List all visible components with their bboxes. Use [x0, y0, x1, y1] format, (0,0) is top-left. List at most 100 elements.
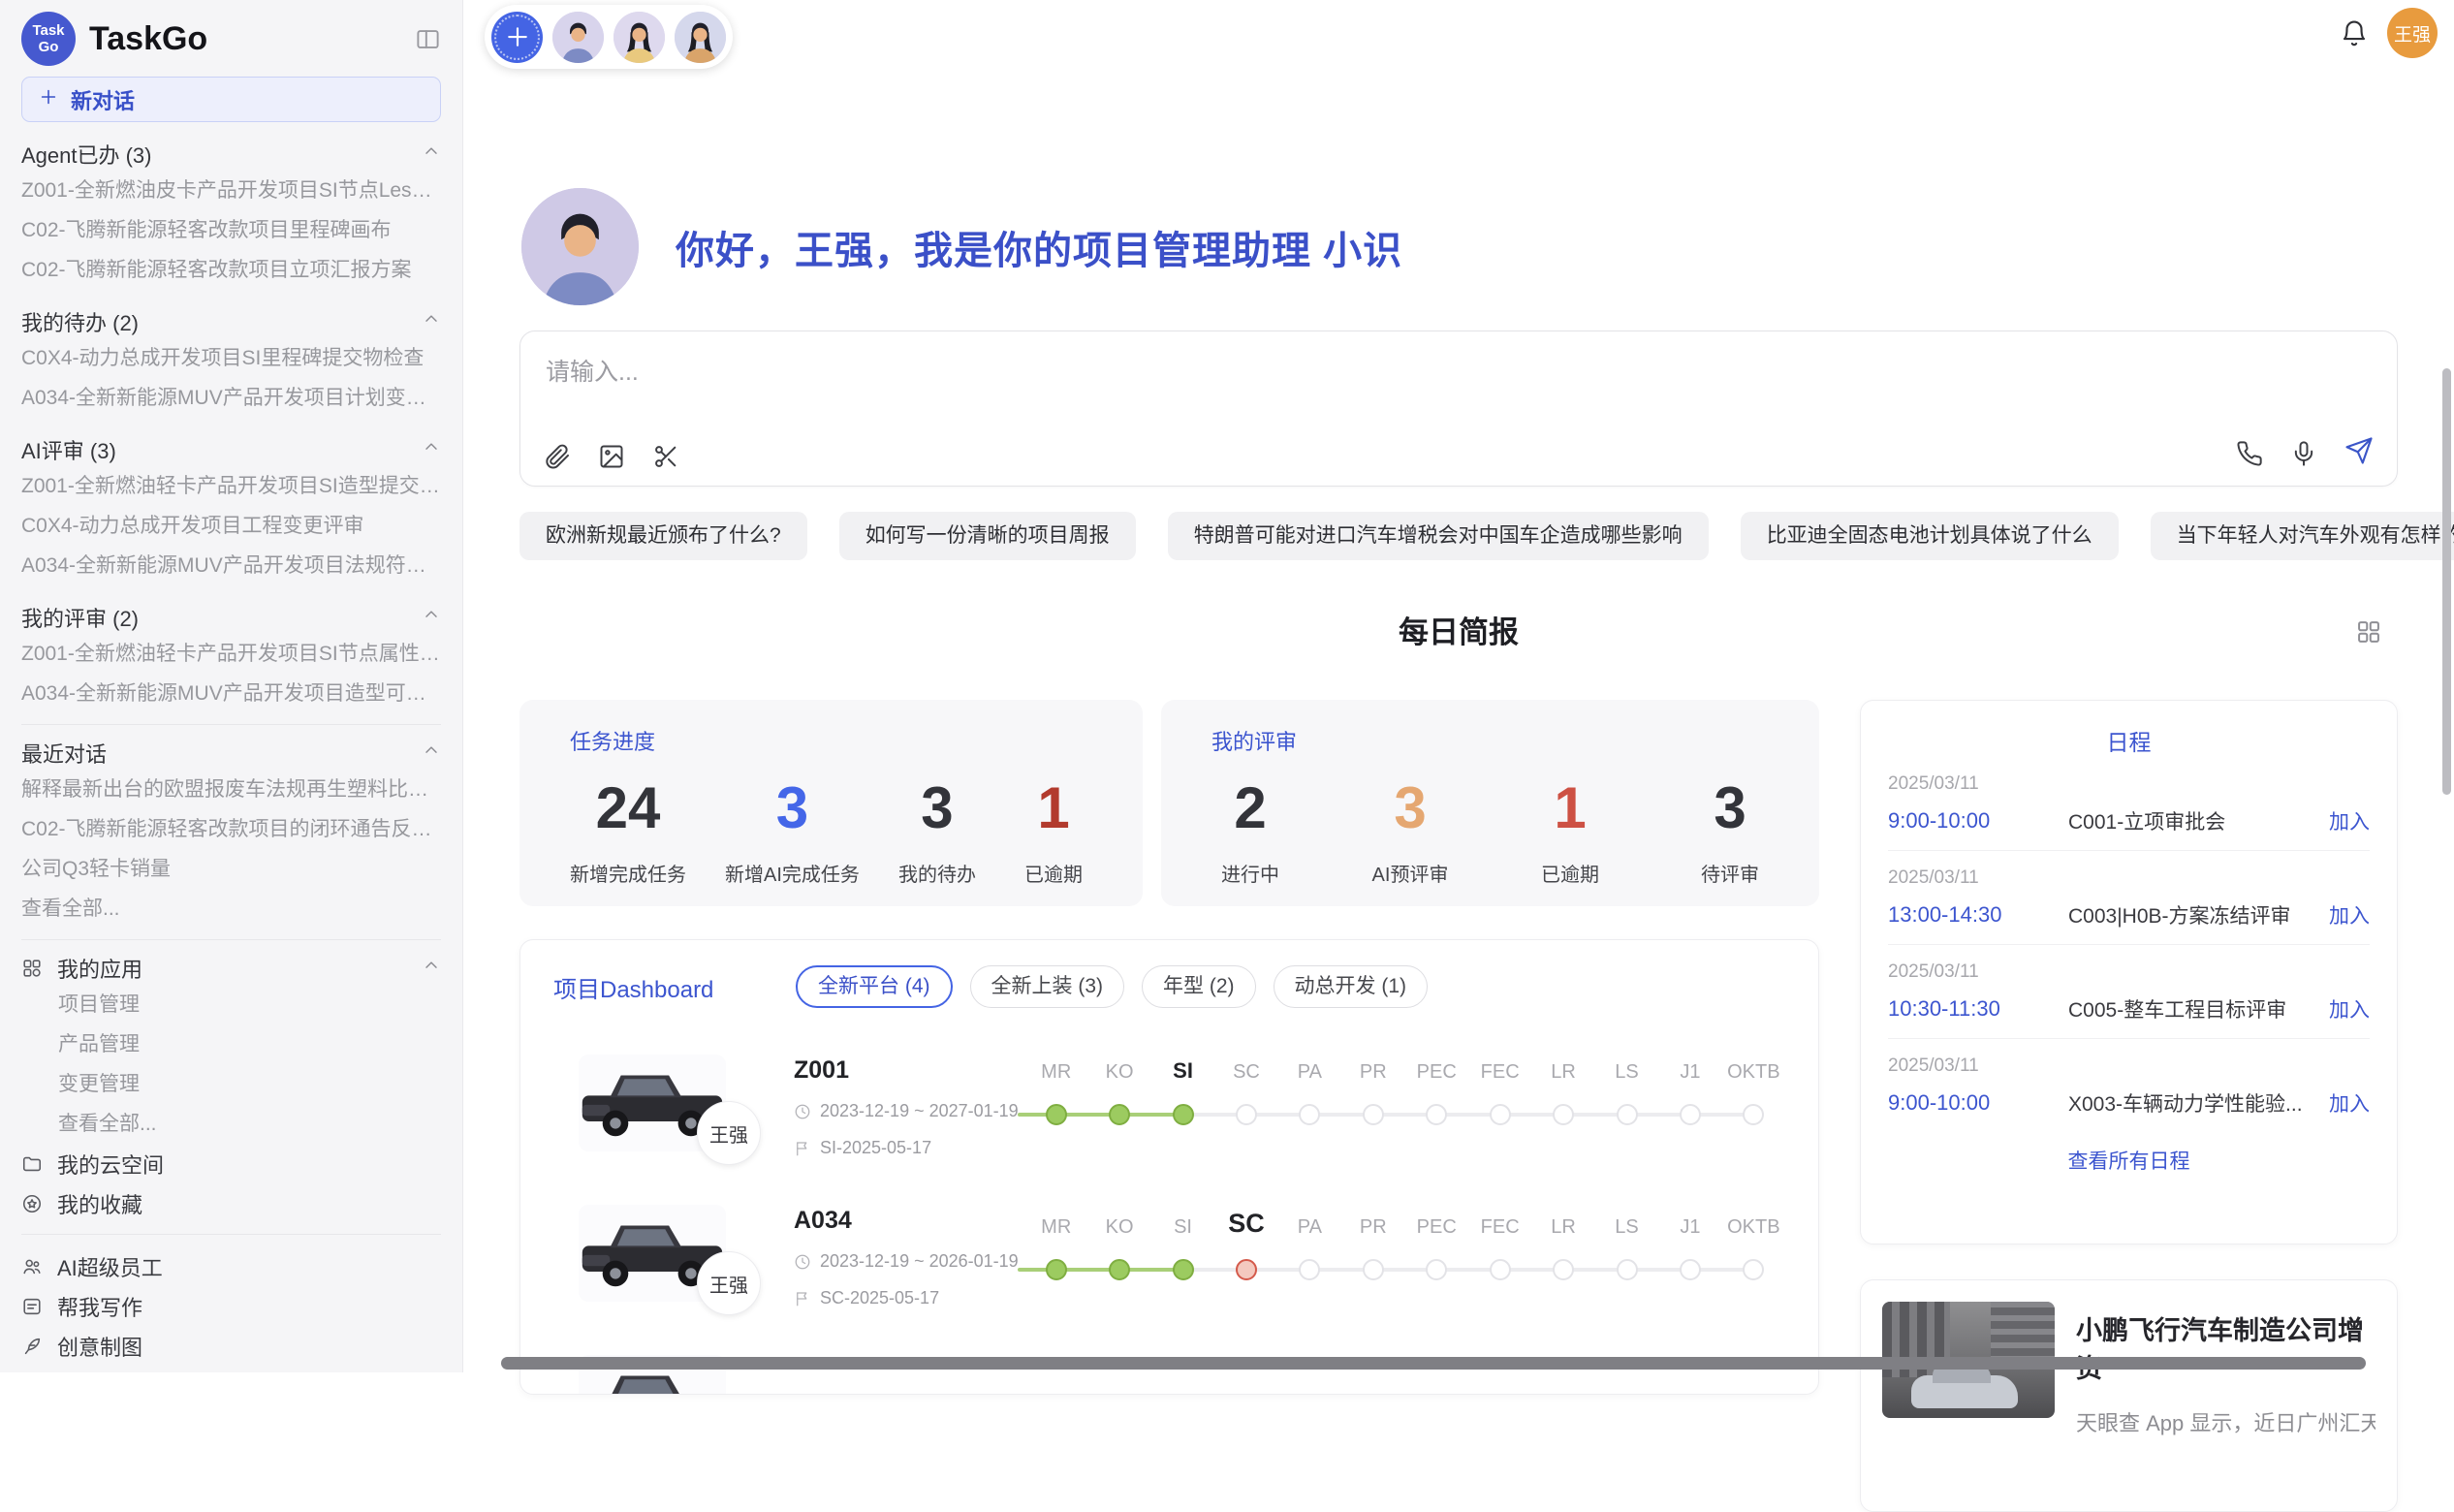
sidebar-section-header-1[interactable]: 我的待办 (2): [21, 305, 441, 338]
sidebar-task-item[interactable]: C0X4-动力总成开发项目工程变更评审: [21, 506, 441, 546]
sidebar-task-item[interactable]: C0X4-动力总成开发项目SI里程碑提交物检查: [21, 338, 441, 378]
sidebar-tool[interactable]: 创意制图: [21, 1326, 441, 1366]
mic-icon[interactable]: [2290, 440, 2317, 467]
sidebar-task-item[interactable]: Z001-全新燃油皮卡产品开发项目SI节点Lesson Learn报告: [21, 171, 441, 210]
chevron-up-icon: [422, 605, 441, 624]
app-item[interactable]: 产品管理: [21, 1024, 441, 1064]
notifications-bell-button[interactable]: [2340, 19, 2369, 53]
sidebar-apps-header[interactable]: 我的应用: [21, 952, 441, 985]
new-chat-label: 新对话: [71, 84, 135, 115]
app-item[interactable]: 项目管理: [21, 985, 441, 1024]
project-row-Z001[interactable]: 王强Z0012023-12-19 ~ 2027-01-19SI-2025-05-…: [553, 1055, 1785, 1158]
send-icon[interactable]: [2344, 436, 2374, 465]
sidebar-task-item[interactable]: Z001-全新燃油轻卡产品开发项目SI造型提交物评审: [21, 466, 441, 506]
project-dates: 2023-12-19 ~ 2027-01-19: [794, 1101, 1024, 1121]
horizontal-scrollbar[interactable]: [501, 1357, 2366, 1370]
schedule-time: 9:00-10:00: [1888, 1090, 2068, 1116]
app-item[interactable]: 变更管理: [21, 1064, 441, 1104]
plus-icon: [38, 86, 59, 113]
sidebar-section-header-2[interactable]: AI评审 (3): [21, 433, 441, 466]
dashboard-tab[interactable]: 全新上装 (3): [970, 965, 1125, 1008]
vertical-scrollbar[interactable]: [2442, 368, 2451, 795]
app-item[interactable]: 查看全部...: [21, 1104, 441, 1144]
chat-input[interactable]: [546, 359, 1418, 387]
sidebar-section-header-3[interactable]: 我的评审 (2): [21, 601, 441, 634]
session-switcher: [485, 5, 733, 69]
dashboard-tab[interactable]: 动总开发 (1): [1274, 965, 1429, 1008]
recent-chat-item[interactable]: 公司Q3轻卡销量: [21, 849, 441, 889]
milestone-label-PEC: PEC: [1405, 1216, 1468, 1239]
image-icon[interactable]: [598, 443, 625, 470]
app-title: TaskGo: [89, 20, 401, 58]
schedule-join-link[interactable]: 加入: [2329, 806, 2370, 835]
sidebar-task-item[interactable]: A034-全新新能源MUV产品开发项目法规符合性评审: [21, 546, 441, 585]
schedule-name: C005-整车工程目标评审: [2068, 994, 2317, 1024]
suggestion-chip[interactable]: 比亚迪全固态电池计划具体说了什么: [1741, 512, 2119, 560]
chat-composer[interactable]: [519, 331, 2398, 487]
project-owner-badge: 王强: [697, 1251, 761, 1315]
schedule-join-link[interactable]: 加入: [2329, 994, 2370, 1024]
new-session-button[interactable]: [491, 12, 543, 63]
milestone-dot-SI: [1173, 1259, 1194, 1280]
schedule-join-link[interactable]: 加入: [2329, 1088, 2370, 1118]
stat: 1已逾期: [1015, 773, 1092, 887]
sidebar-task-item[interactable]: Z001-全新燃油轻卡产品开发项目SI节点属性5D文件评审: [21, 634, 441, 674]
sidebar-task-item[interactable]: A034-全新新能源MUV产品开发项目造型可行性评审: [21, 674, 441, 713]
phone-icon[interactable]: [2236, 440, 2263, 467]
recent-chat-item[interactable]: 查看全部...: [21, 889, 441, 929]
composer-actions: [2236, 436, 2374, 470]
sidebar-link-star-badge[interactable]: 我的收藏: [21, 1183, 441, 1223]
stat-label: 待评审: [1691, 859, 1769, 887]
grid-icon[interactable]: [2355, 618, 2382, 646]
milestone-dot-PA: [1299, 1259, 1320, 1280]
suggestion-chip[interactable]: 当下年轻人对汽车外观有怎样的喜好趋势: [2151, 512, 2454, 560]
sidebar-task-item[interactable]: C02-飞腾新能源轻客改款项目立项汇报方案: [21, 250, 441, 290]
news-card[interactable]: 小鹏飞行汽车制造公司增资 天眼查 App 显示，近日广州汇天飞行汽...: [1860, 1279, 2398, 1512]
agent-avatar-2[interactable]: [614, 12, 665, 63]
sidebar-task-item[interactable]: A034-全新新能源MUV产品开发项目计划变更类编写: [21, 378, 441, 418]
chevron-up-icon: [422, 740, 441, 760]
schedule-item: 2025/03/1110:30-11:30C005-整车工程目标评审加入: [1888, 944, 2370, 1038]
sidebar-task-item[interactable]: C02-飞腾新能源轻客改款项目里程碑画布: [21, 210, 441, 250]
agent-avatar-3[interactable]: [675, 12, 726, 63]
user-avatar[interactable]: 王强: [2387, 8, 2438, 58]
suggestion-chip[interactable]: 特朗普可能对进口汽车增税会对中国车企造成哪些影响: [1168, 512, 1709, 560]
stat-value: 3: [1691, 773, 1769, 843]
sidebar-collapse-button[interactable]: [415, 26, 441, 52]
project-dashboard-card: 项目Dashboard 全新平台 (4)全新上装 (3)年型 (2)动总开发 (…: [519, 939, 1819, 1395]
milestone-label-FEC: FEC: [1468, 1216, 1531, 1239]
recent-chat-item[interactable]: 解释最新出台的欧盟报废车法规再生塑料比例被调至15%...: [21, 770, 441, 809]
grid-layout-icon[interactable]: [2355, 618, 2382, 650]
schedule-view-all-link[interactable]: 查看所有日程: [1888, 1146, 2370, 1175]
project-flag-milestone: SC-2025-05-17: [794, 1288, 1024, 1308]
bell-icon[interactable]: [2340, 19, 2369, 48]
milestone-dot-MR: [1046, 1104, 1067, 1125]
cloud-folder-icon: [21, 1153, 43, 1175]
schedule-join-link[interactable]: 加入: [2329, 900, 2370, 929]
sidebar-tool[interactable]: 帮我写作: [21, 1286, 441, 1326]
project-row-A034[interactable]: 王强A0342023-12-19 ~ 2026-01-19SC-2025-05-…: [553, 1205, 1785, 1308]
paperclip-icon[interactable]: [544, 443, 571, 470]
writing-icon: [21, 1296, 43, 1317]
section-label: AI评审 (3): [21, 434, 422, 465]
recent-chat-item[interactable]: C02-飞腾新能源轻客改款项目的闭环通告反馈情况: [21, 809, 441, 849]
sidebar-section-header-0[interactable]: Agent已办 (3): [21, 138, 441, 171]
sidebar-link-cloud-folder[interactable]: 我的云空间: [21, 1144, 441, 1183]
scissors-icon[interactable]: [652, 443, 679, 470]
agent-avatar-1[interactable]: [552, 12, 604, 63]
dashboard-tabs: 全新平台 (4) 全新上装 (3) 年型 (2) 动总开发 (1): [796, 965, 1428, 1008]
news-body: 小鹏飞行汽车制造公司增资 天眼查 App 显示，近日广州汇天飞行汽...: [2076, 1302, 2375, 1490]
suggestion-chip[interactable]: 欧洲新规最近颁布了什么?: [519, 512, 807, 560]
clock-icon: [794, 1103, 811, 1120]
greeting: 你好，王强，我是你的项目管理助理 小识: [521, 188, 1402, 305]
milestone-dot-LR: [1553, 1104, 1574, 1125]
sidebar-recent-header[interactable]: 最近对话: [21, 737, 441, 770]
sidebar-tool[interactable]: AI超级员工: [21, 1246, 441, 1286]
dashboard-tab[interactable]: 全新平台 (4): [796, 965, 953, 1008]
suggestion-chip[interactable]: 如何写一份清晰的项目周报: [839, 512, 1136, 560]
dashboard-tab[interactable]: 年型 (2): [1142, 965, 1256, 1008]
stat: 3 待评审: [1691, 773, 1769, 887]
stat: 1已逾期: [1531, 773, 1609, 887]
schedule-title: 日程: [1888, 724, 2370, 757]
new-chat-button[interactable]: 新对话: [21, 77, 441, 122]
